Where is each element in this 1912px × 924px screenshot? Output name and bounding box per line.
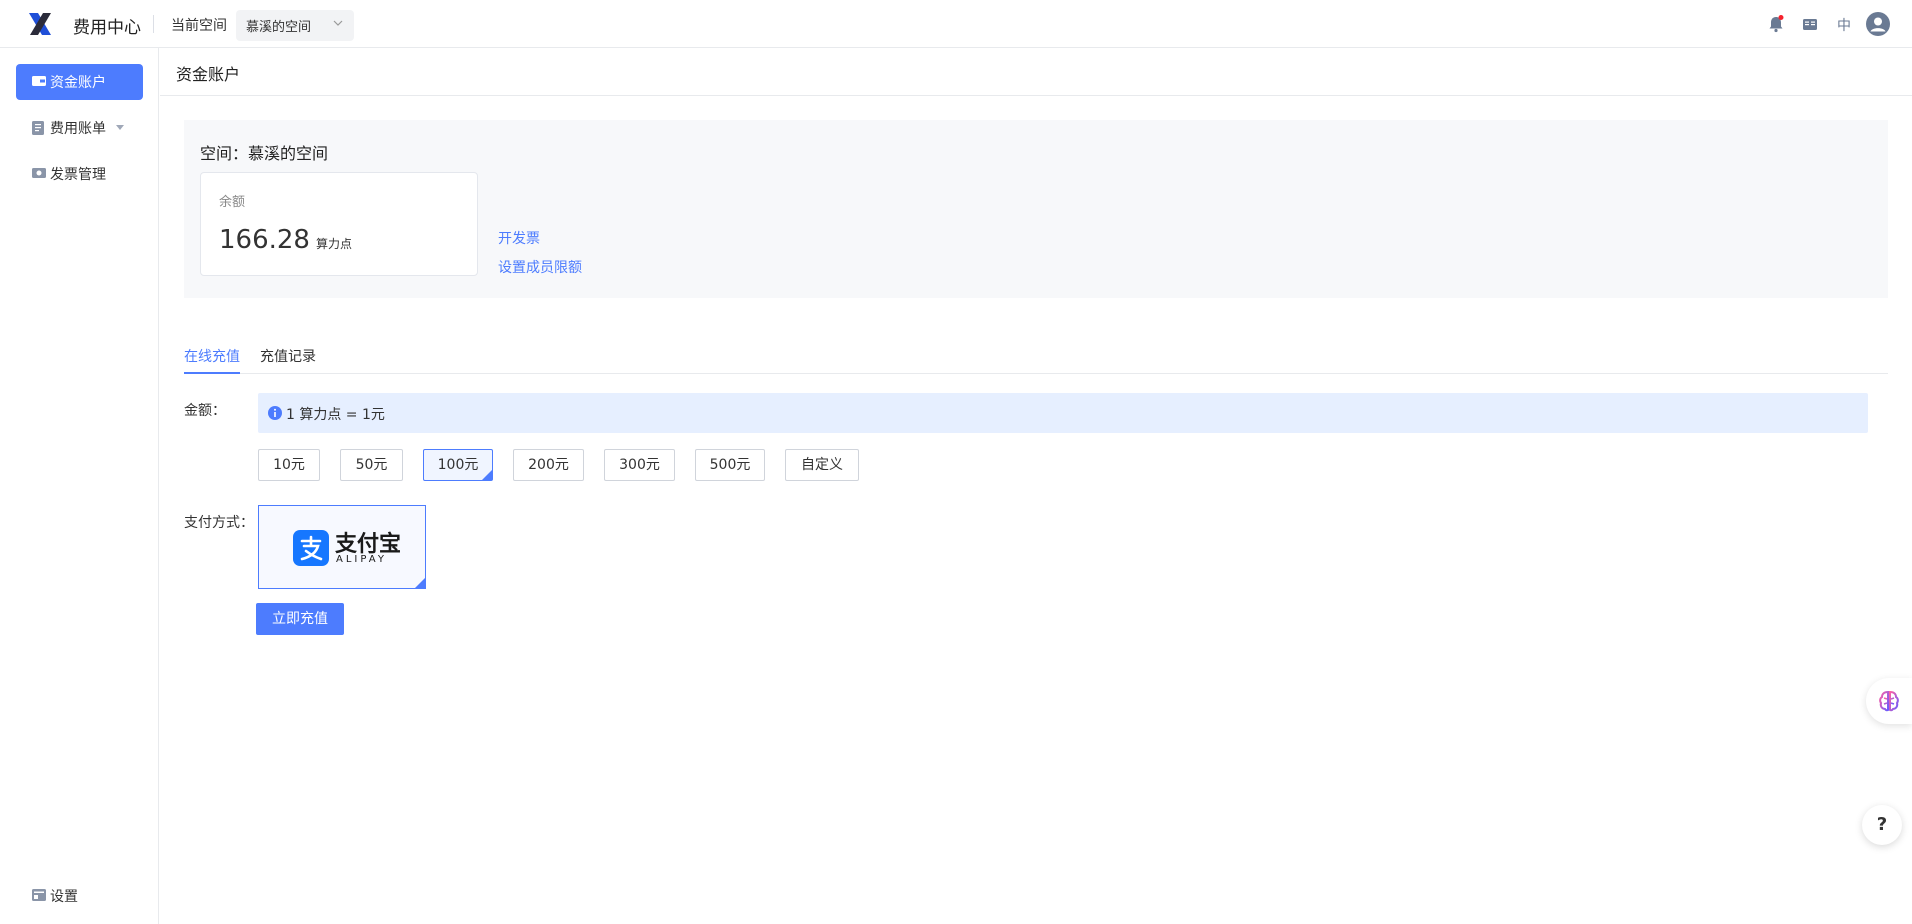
sidebar: 资金账户 费用账单 发票管理 设置: [0, 48, 159, 924]
recharge-now-button[interactable]: 立即充值: [256, 603, 344, 635]
rate-info-bar: 1 算力点 = 1元: [258, 393, 1868, 433]
issue-invoice-link[interactable]: 开发票: [498, 228, 540, 248]
amount-option-label: 100元: [437, 457, 479, 473]
account-panel: 空间：慕溪的空间 余额 166.28 算力点 开发票 设置成员限额: [184, 120, 1888, 298]
language-toggle[interactable]: 中: [1837, 15, 1851, 35]
space-name: 空间：慕溪的空间: [200, 144, 329, 163]
help-button[interactable]: ?: [1862, 805, 1902, 845]
header-divider: [153, 15, 154, 33]
alipay-subtitle: ALIPAY: [336, 554, 387, 565]
member-limit-link[interactable]: 设置成员限额: [498, 257, 582, 277]
balance-amount: 166.28 算力点: [219, 225, 352, 255]
balance-label: 余额: [219, 195, 246, 210]
amount-option-300[interactable]: 300元: [604, 449, 675, 481]
amount-option-50[interactable]: 50元: [340, 449, 403, 481]
amount-option-100[interactable]: 100元: [423, 449, 493, 481]
bell-icon[interactable]: [1766, 14, 1786, 34]
book-icon[interactable]: [1800, 14, 1820, 34]
sidebar-item-fund-account[interactable]: 资金账户: [16, 64, 143, 100]
sidebar-item-label: 发票管理: [50, 167, 106, 183]
amount-option-label: 300元: [619, 457, 660, 473]
alipay-option[interactable]: 支付宝 ALIPAY: [258, 505, 426, 589]
brain-icon: [1879, 690, 1899, 712]
ai-assistant-button[interactable]: [1866, 678, 1912, 724]
app-title: 费用中心: [73, 18, 141, 38]
selected-corner-mark: [415, 578, 425, 588]
user-avatar-icon[interactable]: [1866, 12, 1890, 36]
amount-option-label: 自定义: [801, 457, 843, 473]
wallet-icon: [32, 76, 46, 86]
amount-label: 金额：: [184, 403, 226, 419]
amount-option-10[interactable]: 10元: [258, 449, 320, 481]
space-select-value: 慕溪的空间: [246, 20, 312, 35]
page-title: 资金账户: [176, 65, 241, 84]
amount-option-200[interactable]: 200元: [513, 449, 584, 481]
current-space-label: 当前空间: [171, 18, 227, 34]
settings-icon: [32, 889, 46, 901]
rate-info-text: 1 算力点 = 1元: [286, 407, 385, 423]
amount-option-label: 500元: [709, 457, 751, 473]
app-logo-icon[interactable]: [26, 10, 54, 38]
content-header: 资金账户: [160, 48, 1912, 96]
alipay-icon: [293, 530, 329, 566]
chevron-down-icon: [333, 20, 343, 26]
sidebar-item-billing[interactable]: 费用账单: [16, 110, 143, 146]
info-icon: [268, 406, 282, 420]
amount-option-label: 200元: [528, 457, 569, 473]
sidebar-item-settings[interactable]: 设置: [16, 878, 143, 914]
amount-option-custom[interactable]: 自定义: [785, 449, 859, 481]
balance-unit: 算力点: [315, 237, 352, 251]
invoice-icon: [32, 168, 46, 178]
balance-value: 166.28: [219, 225, 310, 255]
amount-option-label: 50元: [355, 457, 388, 473]
space-select[interactable]: 慕溪的空间: [236, 10, 354, 41]
sidebar-item-label: 费用账单: [50, 121, 106, 137]
selected-corner-mark: [482, 470, 492, 480]
sidebar-item-invoice[interactable]: 发票管理: [16, 156, 143, 192]
amount-option-label: 10元: [273, 457, 305, 473]
bill-icon: [32, 121, 44, 135]
recharge-tabs: 在线充值 充值记录: [184, 344, 1888, 374]
sidebar-item-label: 设置: [50, 889, 78, 905]
top-bar: 费用中心 当前空间 慕溪的空间 中: [0, 0, 1912, 48]
notification-dot: [1778, 15, 1784, 20]
balance-card: 余额 166.28 算力点: [200, 172, 478, 276]
payment-method-label: 支付方式：: [184, 515, 254, 531]
tab-online-recharge[interactable]: 在线充值: [184, 346, 240, 374]
amount-option-500[interactable]: 500元: [695, 449, 765, 481]
tab-recharge-records[interactable]: 充值记录: [260, 346, 316, 372]
caret-down-icon: [116, 125, 124, 130]
sidebar-item-label: 资金账户: [50, 75, 106, 91]
